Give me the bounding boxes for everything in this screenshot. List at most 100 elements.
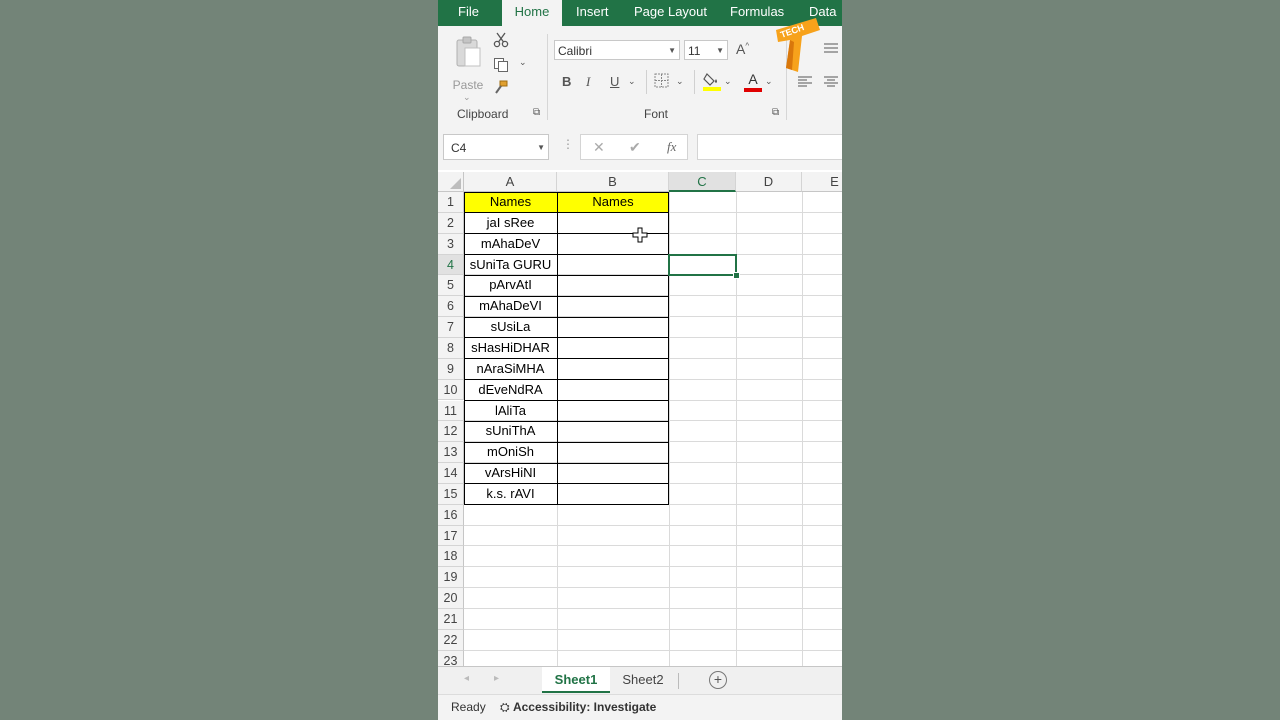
row-header[interactable]: 2 [438,212,464,234]
table-header-cell[interactable]: Names [557,192,669,213]
table-cell[interactable] [557,421,669,442]
row-header[interactable]: 4 [438,254,464,276]
accessibility-status[interactable]: ⛭ Accessibility: Investigate [500,700,656,715]
row-header[interactable]: 11 [438,400,464,422]
worksheet-grid[interactable]: A B C D E 1 2 3 4 5 6 7 8 9 10 11 12 13 14 15 16 17 18 19 2… [438,170,842,672]
column-header-a[interactable]: A [464,172,557,192]
column-header-b[interactable]: B [557,172,669,192]
row-header[interactable]: 12 [438,421,464,443]
scroll-left-icon[interactable]: ◂ [464,673,469,684]
table-cell[interactable] [557,401,669,422]
format-painter-icon[interactable] [493,80,509,99]
table-cell[interactable]: sUniTa GURU [464,255,557,276]
cancel-icon[interactable]: ✕ [593,139,605,156]
table-header-cell[interactable]: Names [464,192,557,213]
bold-button[interactable]: B [562,74,571,89]
name-box[interactable]: C4 ▼ [443,134,549,160]
enter-icon[interactable]: ✔ [629,139,641,156]
table-cell[interactable]: mOniSh [464,442,557,463]
row-header[interactable]: 7 [438,317,464,338]
table-cell[interactable] [557,317,669,338]
row-header[interactable]: 8 [438,337,464,359]
table-cell[interactable] [557,255,669,276]
table-cell[interactable]: vArsHiNI [464,463,557,484]
fill-color-dropdown-icon[interactable]: ⌄ [724,76,732,87]
align-center-icon[interactable] [824,76,838,91]
row-header[interactable]: 20 [438,588,464,609]
table-cell[interactable] [557,213,669,234]
underline-dropdown-icon[interactable]: ⌄ [628,76,636,87]
table-cell[interactable]: k.s. rAVI [464,484,557,505]
row-header[interactable]: 10 [438,379,464,401]
increase-font-size-button[interactable]: A^ [736,41,749,57]
row-header[interactable]: 21 [438,609,464,630]
row-header[interactable]: 13 [438,442,464,464]
table-cell[interactable]: sUniThA [464,421,557,442]
table-cell[interactable] [557,484,669,505]
underline-button[interactable]: U [610,74,619,89]
table-cell[interactable]: sUsiLa [464,317,557,338]
scroll-right-icon[interactable]: ▸ [494,673,499,684]
row-header[interactable]: 15 [438,483,464,505]
divider [678,673,679,689]
table-cell[interactable] [557,296,669,317]
table-cell[interactable] [557,234,669,255]
tab-home[interactable]: Home [502,0,562,26]
row-header[interactable]: 16 [438,504,464,526]
table-cell[interactable]: mAhaDeV [464,234,557,255]
cut-icon[interactable] [493,32,509,51]
table-cell[interactable]: jaI sRee [464,213,557,234]
table-cell[interactable]: sHasHiDHAR [464,338,557,359]
align-top-icon[interactable] [824,42,838,57]
insert-function-icon[interactable]: fx [667,139,676,155]
tab-page-layout[interactable]: Page Layout [634,0,707,26]
row-header[interactable]: 22 [438,629,464,651]
paste-button[interactable]: Paste ⌄ [450,34,486,102]
row-header[interactable]: 19 [438,567,464,589]
font-family-select[interactable]: Calibri ▼ [554,40,680,60]
row-header[interactable]: 14 [438,463,464,484]
table-cell[interactable] [557,463,669,484]
copy-dropdown-icon[interactable]: ⌄ [519,57,527,68]
column-header-e[interactable]: E [802,172,842,192]
select-all-corner[interactable] [438,172,464,192]
font-launcher-icon[interactable]: ⧉ [772,107,779,118]
row-header[interactable]: 9 [438,358,464,380]
table-cell[interactable] [557,442,669,463]
table-cell[interactable] [557,380,669,401]
tab-file[interactable]: File [458,0,479,26]
active-cell[interactable] [668,253,737,277]
tab-insert[interactable]: Insert [576,0,609,26]
table-cell[interactable]: nAraSiMHA [464,359,557,380]
fill-handle[interactable] [733,272,740,280]
row-header[interactable]: 1 [438,192,464,213]
borders-icon[interactable] [654,73,669,91]
borders-dropdown-icon[interactable]: ⌄ [676,76,684,87]
fill-color-icon[interactable] [703,71,721,94]
add-sheet-button[interactable]: + [709,671,727,689]
column-header-c[interactable]: C [669,172,736,192]
row-header[interactable]: 17 [438,525,464,547]
font-size-select[interactable]: 11 ▼ [684,40,728,60]
row-header[interactable]: 18 [438,546,464,568]
table-cell[interactable] [557,338,669,359]
align-left-icon[interactable] [798,76,812,91]
italic-button[interactable]: I [586,74,590,90]
table-cell[interactable]: lAliTa [464,401,557,422]
table-cell[interactable] [557,359,669,380]
column-header-d[interactable]: D [736,172,802,192]
table-cell[interactable]: pArvAtI [464,275,557,296]
table-cell[interactable]: dEveNdRA [464,380,557,401]
font-color-dropdown-icon[interactable]: ⌄ [765,76,773,87]
row-header[interactable]: 6 [438,296,464,318]
table-cell[interactable]: mAhaDeVI [464,296,557,317]
sheet-tab-sheet2[interactable]: Sheet2 [612,667,674,693]
row-header[interactable]: 5 [438,275,464,297]
row-header[interactable]: 3 [438,233,464,255]
formula-input[interactable] [697,134,842,160]
table-cell[interactable] [557,275,669,296]
copy-icon[interactable] [493,57,509,76]
font-color-button[interactable]: A [744,71,762,93]
sheet-tab-sheet1[interactable]: Sheet1 [542,667,610,693]
clipboard-launcher-icon[interactable]: ⧉ [533,107,540,118]
